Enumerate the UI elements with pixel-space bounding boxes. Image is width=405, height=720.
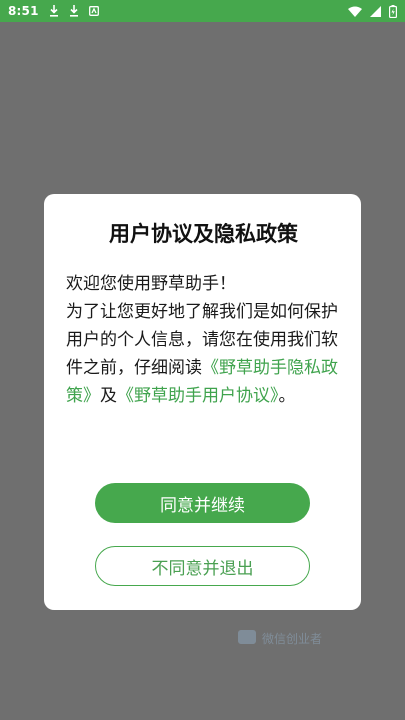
policy-paragraph: 为了让您更好地了解我们是如何保护用户的个人信息，请您在使用我们软件之前，仔细阅读… xyxy=(66,298,340,410)
download-icon xyxy=(49,5,59,17)
conjunction-text: 及 xyxy=(100,386,117,406)
dialog-body: 欢迎您使用野草助手！ 为了让您更好地了解我们是如何保护用户的个人信息，请您在使用… xyxy=(66,270,340,410)
watermark-text: 微信创业者 xyxy=(262,632,323,646)
agree-continue-button[interactable]: 同意并继续 xyxy=(95,483,310,523)
status-bar: 8:51 xyxy=(0,0,405,22)
status-time: 8:51 xyxy=(8,4,39,18)
status-right xyxy=(348,4,397,18)
user-agreement-link[interactable]: 《野草助手用户协议》 xyxy=(117,386,279,406)
greeting-text: 欢迎您使用野草助手！ xyxy=(66,274,236,294)
dialog-title: 用户协议及隐私政策 xyxy=(109,222,298,246)
watermark: 微信创业者 xyxy=(238,628,322,649)
privacy-dialog: 用户协议及隐私政策 欢迎您使用野草助手！ 为了让您更好地了解我们是如何保护用户的… xyxy=(44,194,361,610)
disagree-exit-button[interactable]: 不同意并退出 xyxy=(95,546,310,586)
wifi-icon xyxy=(348,6,362,17)
download-icon xyxy=(69,5,79,17)
screen: 8:51 用户协议及隐私政策 欢迎您使用野草助手！ 为了让您更好地了解我们是如何… xyxy=(0,0,405,720)
status-left: 8:51 xyxy=(8,4,99,18)
watermark-logo-icon xyxy=(238,628,258,649)
battery-icon xyxy=(389,4,397,18)
notification-icon xyxy=(88,6,99,16)
body-suffix: 。 xyxy=(278,386,296,406)
signal-icon xyxy=(370,5,381,17)
